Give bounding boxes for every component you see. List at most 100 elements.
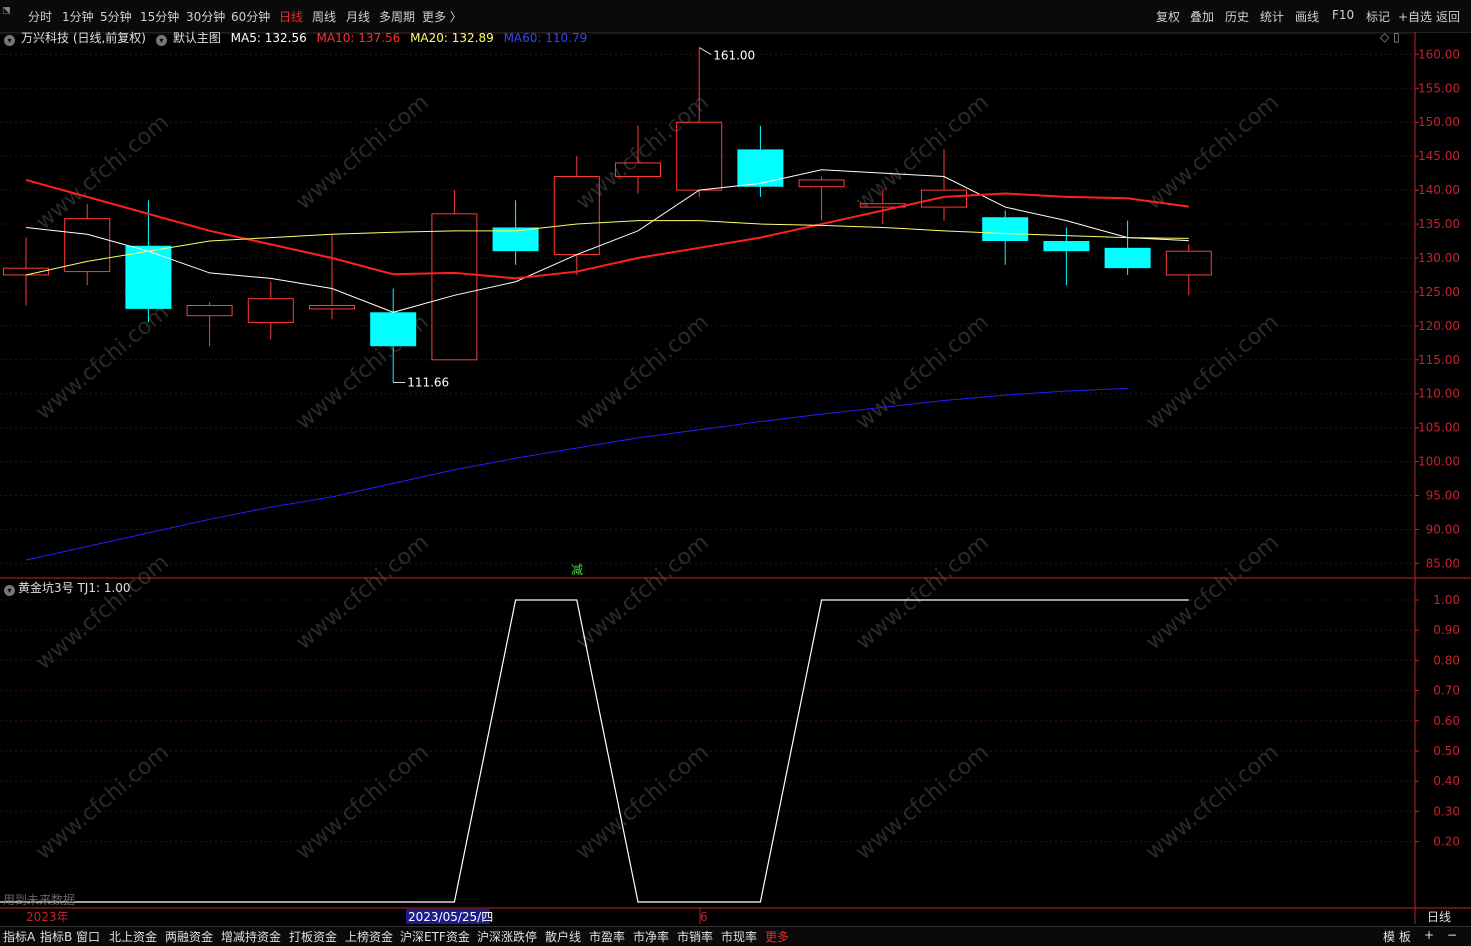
stock-title: 万兴科技 (日线,前复权) <box>21 31 146 45</box>
ma60-value: MA60: 110.79 <box>503 31 588 45</box>
candle[interactable] <box>1104 220 1151 275</box>
period-0-button[interactable]: 分时 <box>28 8 52 25</box>
period-1-button[interactable]: 1分钟 <box>62 8 94 25</box>
bottom-tab-12[interactable]: 市净率 <box>633 928 669 945</box>
period-10-button[interactable]: 更多 〉 <box>422 8 462 25</box>
bottom-tab-8[interactable]: 沪深ETF资金 <box>400 928 470 945</box>
candle[interactable] <box>186 302 233 347</box>
bottom-tab-15[interactable]: 更多 <box>765 928 789 945</box>
y-tick-label: 150.00 <box>1418 115 1460 129</box>
bottom-right-2-button[interactable]: − <box>1447 928 1457 942</box>
bottom-tab-6[interactable]: 打板资金 <box>289 928 337 945</box>
toolbar-right-1-button[interactable]: 叠加 <box>1190 8 1214 25</box>
indicator-tick-label: 0.40 <box>1433 774 1460 788</box>
candle[interactable] <box>553 156 600 275</box>
period-5-button[interactable]: 60分钟 <box>231 8 270 25</box>
indicator-tick-label: 0.90 <box>1433 623 1460 637</box>
candle[interactable] <box>676 47 723 197</box>
y-tick-label: 95.00 <box>1426 489 1460 503</box>
indicator-tick-label: 0.70 <box>1433 684 1460 698</box>
period-4-button[interactable]: 30分钟 <box>186 8 225 25</box>
candle-body <box>1104 247 1151 269</box>
candle[interactable] <box>247 281 294 340</box>
candle-body <box>553 176 600 256</box>
diamond-icon[interactable]: ◇ <box>1380 30 1389 44</box>
candle[interactable] <box>309 234 355 320</box>
main-legend: ▾ 万兴科技 (日线,前复权) ▾ 默认主图 MA5: 132.56 MA10: 1… <box>4 29 593 46</box>
window-corner-icon[interactable]: ⬔ <box>2 6 16 18</box>
candle-body <box>615 162 661 178</box>
bottom-right-1-button[interactable]: + <box>1424 928 1434 942</box>
indicator-tick-label: 0.80 <box>1433 653 1460 667</box>
period-6-button[interactable]: 日线 <box>279 8 303 25</box>
bottom-right-0-button[interactable]: 模 板 <box>1383 928 1411 945</box>
bottom-tab-0[interactable]: 指标A <box>3 928 35 945</box>
candle[interactable] <box>737 125 784 197</box>
candle-body <box>737 149 784 187</box>
period-2-button[interactable]: 5分钟 <box>100 8 132 25</box>
candle-body <box>676 121 723 191</box>
high-pointer <box>698 47 712 56</box>
candle[interactable] <box>798 176 845 221</box>
bottom-tab-11[interactable]: 市盈率 <box>589 928 625 945</box>
period-7-button[interactable]: 周线 <box>312 8 336 25</box>
bottom-tab-4[interactable]: 两融资金 <box>165 928 213 945</box>
period-3-button[interactable]: 15分钟 <box>140 8 179 25</box>
toolbar-right-6-button[interactable]: 标记 <box>1366 8 1390 25</box>
candle-body <box>1165 250 1212 276</box>
bottom-tab-9[interactable]: 沪深涨跌停 <box>477 928 537 945</box>
y-tick-label: 140.00 <box>1418 183 1460 197</box>
toolbar-right-5-button[interactable]: F10 <box>1332 8 1354 22</box>
bottom-tab-10[interactable]: 散户线 <box>545 928 581 945</box>
y-tick-label: 105.00 <box>1418 421 1460 435</box>
low-label: 111.66 <box>407 375 449 389</box>
ma20-value: MA20: 132.89 <box>410 31 494 45</box>
ma10-value: MA10: 137.56 <box>316 31 401 45</box>
toolbar-right-8-button[interactable]: 返回 <box>1436 8 1460 25</box>
ma5-value: MA5: 132.56 <box>230 31 307 45</box>
bottom-tab-2[interactable]: 窗口 <box>76 928 100 945</box>
template-label[interactable]: 默认主图 <box>173 31 221 45</box>
bottom-tab-3[interactable]: 北上资金 <box>109 928 157 945</box>
bottom-tab-7[interactable]: 上榜资金 <box>345 928 393 945</box>
candle[interactable] <box>982 210 1029 265</box>
indicator-legend: ▾ 黄金坑3号 TJ1: 1.00 <box>4 579 131 596</box>
bottom-tab-5[interactable]: 增减持资金 <box>221 928 281 945</box>
toolbar-right-0-button[interactable]: 复权 <box>1156 8 1180 25</box>
period-label[interactable]: 日线 <box>1427 910 1451 924</box>
period-9-button[interactable]: 多周期 <box>379 8 415 25</box>
bottom-tab-1[interactable]: 指标B <box>40 928 72 945</box>
candle-body <box>125 245 172 309</box>
panel-toggle-icon[interactable]: ▯ <box>1393 30 1400 44</box>
indicator-name[interactable]: 黄金坑3号 <box>18 581 74 595</box>
chart-tools: ◇ ▯ <box>1380 30 1400 44</box>
candle[interactable] <box>921 149 967 221</box>
candle[interactable] <box>64 203 111 286</box>
toolbar-right-2-button[interactable]: 历史 <box>1225 8 1249 25</box>
candle[interactable] <box>615 125 661 194</box>
future-data-note: 用到未来数据 <box>3 892 75 907</box>
y-tick-label: 160.00 <box>1418 47 1460 61</box>
toolbar-right-7-button[interactable]: +自选 <box>1398 8 1432 25</box>
candle-body <box>431 213 478 361</box>
candle[interactable] <box>370 288 417 383</box>
candle-body <box>370 312 417 347</box>
indicator-tick-label: 0.20 <box>1433 835 1460 849</box>
collapse-icon[interactable]: ▾ <box>4 35 15 46</box>
cursor-date-label: 2023/05/25/四 <box>408 910 493 924</box>
indicator-collapse-icon[interactable]: ▾ <box>4 585 15 596</box>
bottom-tab-14[interactable]: 市现率 <box>721 928 757 945</box>
y-tick-label: 85.00 <box>1426 556 1460 570</box>
toolbar-right-3-button[interactable]: 统计 <box>1260 8 1284 25</box>
candle[interactable] <box>1165 244 1212 296</box>
high-label: 161.00 <box>713 49 755 63</box>
bottom-tab-13[interactable]: 市销率 <box>677 928 713 945</box>
y-tick-label: 145.00 <box>1418 149 1460 163</box>
candle[interactable] <box>492 200 539 265</box>
candle-body <box>247 298 294 323</box>
period-8-button[interactable]: 月线 <box>346 8 370 25</box>
y-tick-label: 110.00 <box>1418 387 1460 401</box>
candle-body <box>64 218 111 273</box>
template-icon[interactable]: ▾ <box>155 35 167 46</box>
toolbar-right-4-button[interactable]: 画线 <box>1295 8 1319 25</box>
